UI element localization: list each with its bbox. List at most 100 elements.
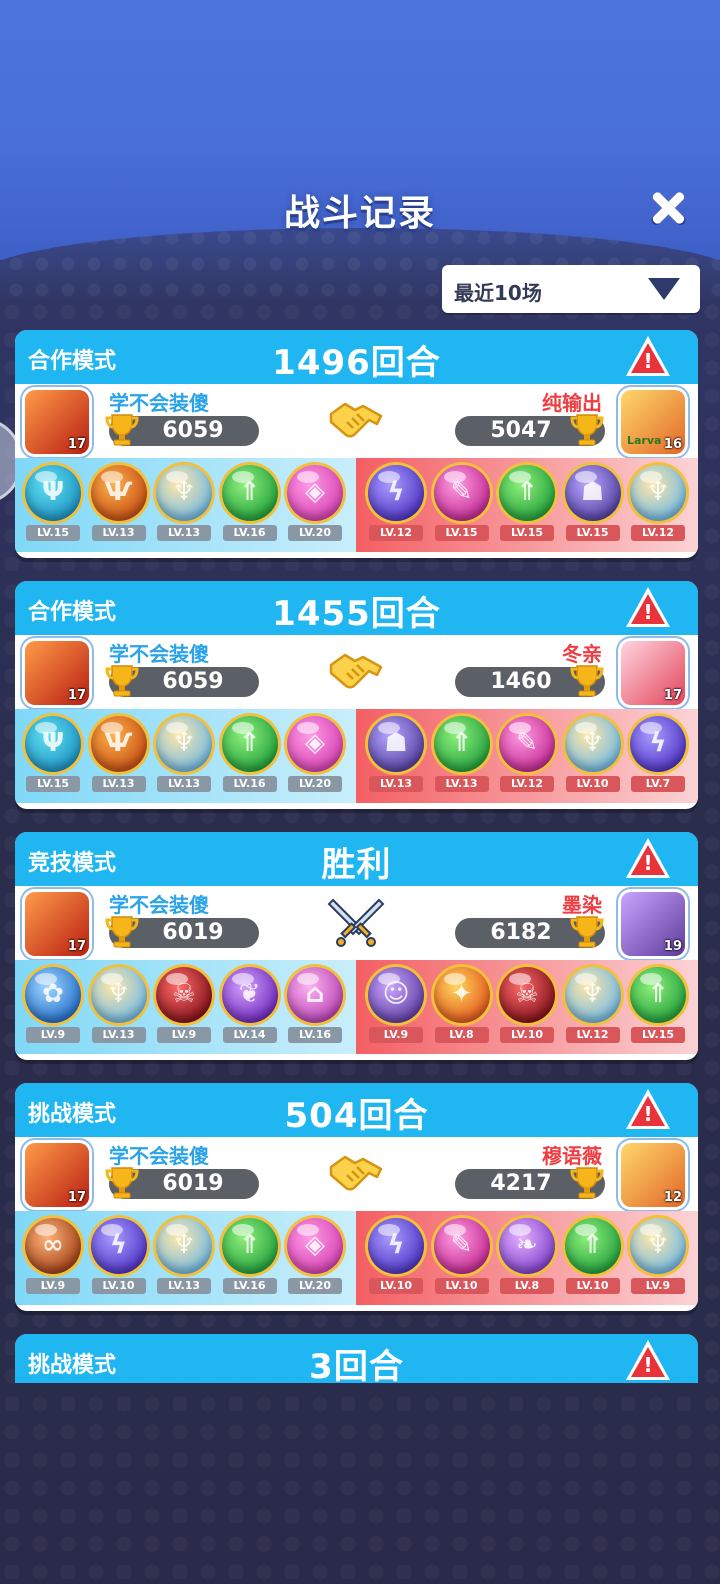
pet-slot[interactable]: ☺ LV.9 [366, 965, 426, 1049]
player-avatar[interactable]: 17 [25, 1143, 89, 1207]
report-warning-button[interactable]: ! [626, 838, 670, 880]
pet-level: LV.16 [222, 776, 277, 792]
pet-slot[interactable]: ♆ LV.12 [563, 965, 623, 1049]
purple-sprout-orb-icon: ❦ [221, 967, 278, 1023]
player-level: 17 [67, 939, 86, 954]
pet-level: LV.12 [500, 776, 554, 792]
pet-slot[interactable]: ✎ LV.15 [432, 463, 492, 547]
pet-slot[interactable]: ϟ LV.10 [89, 1216, 149, 1300]
portrait-orb-icon: ☺ [368, 967, 424, 1023]
pet-slot[interactable]: ϟ LV.12 [366, 463, 426, 547]
ghost-orb-icon: ♆ [564, 716, 621, 772]
trophy-icon [105, 663, 139, 699]
pet-slot[interactable]: ♆ LV.13 [89, 965, 149, 1049]
pet-slot[interactable]: ⇑ LV.16 [220, 1216, 280, 1300]
pet-slot[interactable]: ♆ LV.13 [154, 714, 214, 798]
green-arrow-orb-icon: ⇑ [499, 465, 555, 521]
trophy-icon [570, 412, 604, 448]
player-avatar[interactable]: 17 [25, 390, 89, 454]
pet-slot[interactable]: ♆ LV.10 [563, 714, 623, 798]
pet-slot[interactable]: Ѱ LV.13 [89, 714, 149, 798]
purple-butterfly-orb-icon: ❧ [499, 1218, 555, 1274]
pet-slot[interactable]: ⇑ LV.13 [432, 714, 492, 798]
pet-level: LV.7 [631, 776, 685, 792]
opponent-avatar[interactable]: 12 [621, 1143, 685, 1207]
pet-level: LV.15 [26, 776, 80, 792]
cyan-orb-icon: Ψ [25, 716, 81, 772]
pet-level: LV.20 [288, 525, 342, 541]
battle-record-card[interactable]: 合作模式 1496回合! 17 学不会装傻 6059 Larva 16 纯输出 5047 Ψ LV.… [15, 330, 698, 558]
pet-slot[interactable]: ◈ LV.20 [285, 463, 345, 547]
report-warning-button[interactable]: ! [626, 1340, 670, 1382]
opponent-avatar[interactable]: 17 [621, 641, 685, 705]
chevron-down-icon[interactable] [648, 278, 680, 300]
pink-feather-orb-icon: ✎ [499, 716, 555, 772]
pet-level: LV.14 [222, 1027, 277, 1043]
ghost-orb-icon: ♆ [90, 967, 147, 1023]
report-warning-button[interactable]: ! [626, 336, 670, 378]
pet-slot[interactable]: ♆ LV.12 [628, 463, 688, 547]
purple-lightning-orb-icon: ϟ [90, 1218, 147, 1274]
pet-slot[interactable]: ✎ LV.12 [497, 714, 557, 798]
match-result: 1496回合 [272, 343, 441, 383]
trophy-icon [570, 914, 604, 950]
opponent-level: 17 [663, 688, 682, 703]
pet-slot[interactable]: ✦ LV.8 [432, 965, 492, 1049]
pet-slot[interactable]: ❦ LV.14 [220, 965, 280, 1049]
pet-level: LV.13 [157, 1278, 211, 1294]
close-button[interactable] [646, 186, 690, 230]
pet-level: LV.10 [369, 1278, 423, 1294]
player-avatar[interactable]: 17 [25, 641, 89, 705]
pet-slot[interactable]: Ψ LV.15 [23, 714, 83, 798]
opponent-level: 12 [663, 1190, 682, 1205]
match-filter-dropdown[interactable]: 最近10场 [442, 265, 700, 313]
pet-slot[interactable]: ☠ LV.9 [154, 965, 214, 1049]
pet-slot[interactable]: ◈ LV.20 [285, 714, 345, 798]
pet-slot[interactable]: ∞ LV.9 [23, 1216, 83, 1300]
player-level: 17 [67, 437, 86, 452]
pet-slot[interactable]: ✎ LV.10 [432, 1216, 492, 1300]
pet-slot[interactable]: ♆ LV.13 [154, 1216, 214, 1300]
pet-slot[interactable]: ❧ LV.8 [497, 1216, 557, 1300]
pet-slot[interactable]: ☗ LV.15 [563, 463, 623, 547]
pet-slot[interactable]: ☗ LV.13 [366, 714, 426, 798]
pet-slot[interactable]: ⇑ LV.15 [628, 965, 688, 1049]
pet-slot[interactable]: ✿ LV.9 [23, 965, 83, 1049]
pet-slot[interactable]: ♆ LV.9 [628, 1216, 688, 1300]
battle-record-card[interactable]: 合作模式 1455回合! 17 学不会装傻 6059 17 冬亲 1460 Ψ LV.15 Ѱ LV.… [15, 581, 698, 809]
pet-slot[interactable]: ⇑ LV.15 [497, 463, 557, 547]
pet-slot[interactable]: ♆ LV.13 [154, 463, 214, 547]
pet-level: LV.16 [222, 525, 277, 541]
report-warning-button[interactable]: ! [626, 1089, 670, 1131]
report-warning-button[interactable]: ! [626, 587, 670, 629]
battle-record-card[interactable]: 竞技模式 胜利! 17 学不会装傻 6019 19 墨染 6182 ✿ LV.9 ♆ LV.13 ☠ LV… [15, 832, 698, 1060]
opponent-avatar[interactable]: 19 [621, 892, 685, 956]
pet-slot[interactable]: Ѱ LV.13 [89, 463, 149, 547]
pet-slot[interactable]: ☠ LV.10 [497, 965, 557, 1049]
pet-slot[interactable]: ◈ LV.20 [285, 1216, 345, 1300]
green-arrow-orb-icon: ⇑ [221, 465, 278, 521]
green-arrow-orb-icon: ⇑ [630, 967, 686, 1023]
trophy-icon [105, 412, 139, 448]
match-result: 胜利 [321, 845, 392, 885]
pet-slot[interactable]: ⇑ LV.16 [220, 463, 280, 547]
ghost-orb-icon: ♆ [630, 465, 686, 521]
phoenix-orb-icon: Ѱ [90, 716, 147, 772]
player-avatar[interactable]: 17 [25, 892, 89, 956]
battle-record-card[interactable]: 挑战模式 504回合! 17 学不会装傻 6019 12 穆语薇 4217 ∞ LV.9 ϟ LV.1… [15, 1083, 698, 1311]
card-header: 合作模式 1455回合! [15, 581, 698, 635]
pet-slot[interactable]: ϟ LV.7 [628, 714, 688, 798]
opponent-avatar[interactable]: Larva 16 [621, 390, 685, 454]
pet-slot[interactable]: ϟ LV.10 [366, 1216, 426, 1300]
pet-slot[interactable]: ⇑ LV.10 [563, 1216, 623, 1300]
battle-record-list[interactable]: 合作模式 1496回合! 17 学不会装傻 6059 Larva 16 纯输出 5047 Ψ LV.… [0, 330, 720, 1383]
pet-slot[interactable]: ⇑ LV.16 [220, 714, 280, 798]
pet-slot[interactable]: Ψ LV.15 [23, 463, 83, 547]
battle-record-card[interactable]: 挑战模式 3回合! [15, 1334, 698, 1383]
ghost-orb-icon: ♆ [156, 465, 212, 521]
handshake-icon [325, 643, 387, 699]
pet-slot[interactable]: ⌂ LV.16 [285, 965, 345, 1049]
pet-level: LV.15 [631, 1027, 685, 1043]
pet-level: LV.9 [26, 1278, 80, 1294]
venom-orb-icon: ☠ [499, 967, 555, 1023]
